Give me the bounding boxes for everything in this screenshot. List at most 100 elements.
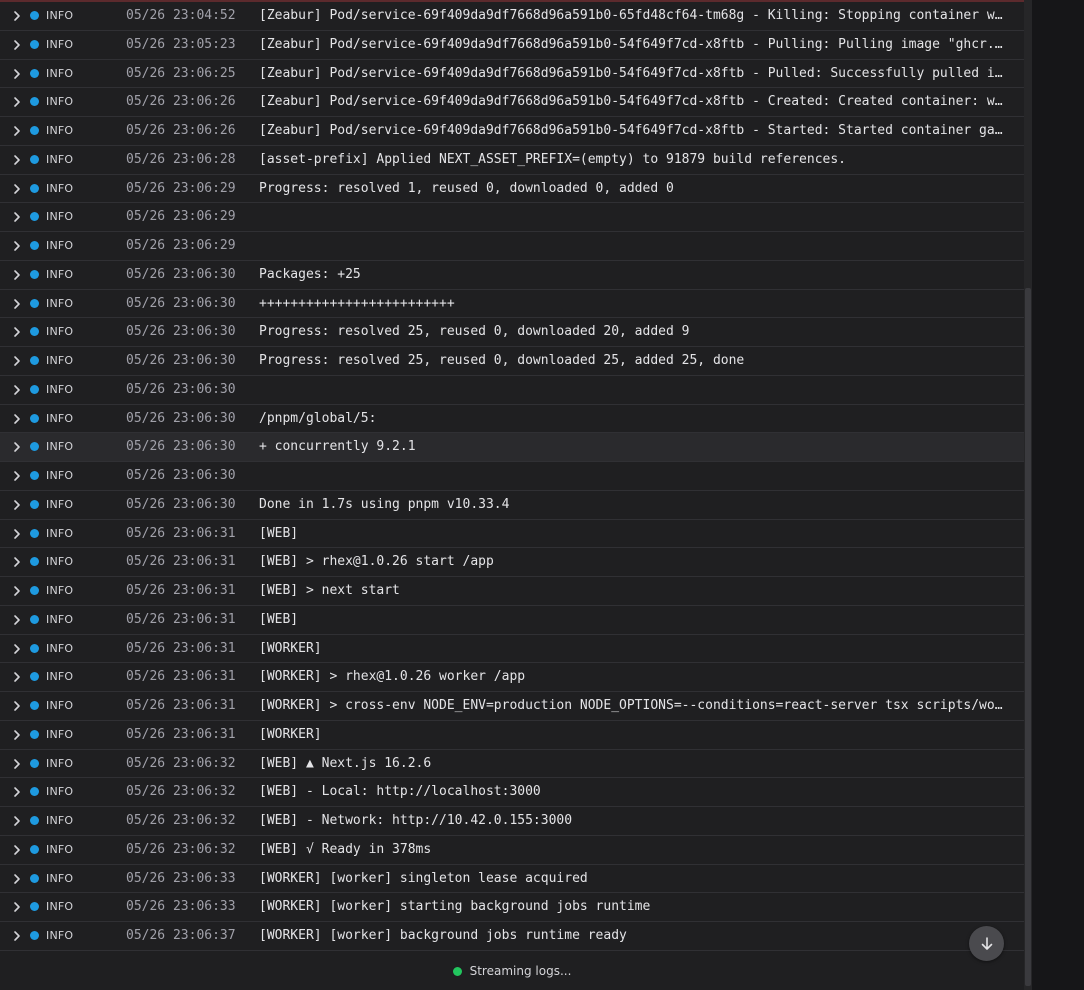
level-indicator-dot xyxy=(30,356,39,365)
chevron-right-icon[interactable] xyxy=(12,585,22,597)
chevron-right-icon[interactable] xyxy=(12,384,22,396)
chevron-right-icon[interactable] xyxy=(12,269,22,281)
chevron-right-icon[interactable] xyxy=(12,643,22,655)
chevron-right-icon[interactable] xyxy=(12,298,22,310)
log-row[interactable]: INFO 05/26 23:06:30 ++++++++++++++++++++++… xyxy=(0,290,1024,319)
log-timestamp: 05/26 23:05:23 xyxy=(126,36,236,52)
log-level: INFO xyxy=(46,785,74,799)
log-row[interactable]: INFO 05/26 23:06:31 [WORKER] > rhex@1.0.26… xyxy=(0,663,1024,692)
log-message: [WORKER] xyxy=(259,726,322,742)
streaming-status: Streaming logs... xyxy=(0,952,1024,990)
chevron-right-icon[interactable] xyxy=(12,556,22,568)
level-indicator-dot xyxy=(30,672,39,682)
log-row[interactable]: INFO 05/26 23:06:31 [WORKER] xyxy=(0,635,1024,664)
chevron-right-icon[interactable] xyxy=(12,844,22,856)
log-message: [WORKER] [worker] singleton lease acquir… xyxy=(259,870,588,886)
log-row[interactable]: INFO 05/26 23:04:52 [Zeabur] Pod/service-6… xyxy=(0,2,1024,31)
chevron-right-icon[interactable] xyxy=(12,326,22,338)
log-row[interactable]: INFO 05/26 23:06:26 [Zeabur] Pod/service-6… xyxy=(0,117,1024,146)
log-message: [WORKER] > rhex@1.0.26 worker /app xyxy=(259,669,526,685)
log-row[interactable]: INFO 05/26 23:06:33 [WORKER] [worker] star… xyxy=(0,893,1024,922)
chevron-right-icon[interactable] xyxy=(12,729,22,741)
chevron-right-icon[interactable] xyxy=(12,700,22,712)
log-row[interactable]: INFO 05/26 23:06:32 [WEB] - Network: http:… xyxy=(0,807,1024,836)
level-indicator-dot xyxy=(30,384,39,394)
chevron-right-icon[interactable] xyxy=(12,930,22,942)
log-row[interactable]: INFO 05/26 23:06:29 Progress: resolved 1, … xyxy=(0,175,1024,204)
chevron-right-icon[interactable] xyxy=(12,441,22,453)
level-indicator-dot xyxy=(30,873,39,883)
log-row[interactable]: INFO 05/26 23:06:31 [WORKER] xyxy=(0,721,1024,750)
chevron-right-icon[interactable] xyxy=(12,39,22,51)
log-row[interactable]: INFO 05/26 23:06:31 [WEB] > rhex@1.0.26 st… xyxy=(0,548,1024,577)
level-indicator-dot xyxy=(30,499,39,509)
log-row[interactable]: INFO 05/26 23:06:31 [WEB] > next start xyxy=(0,577,1024,606)
chevron-right-icon[interactable] xyxy=(12,413,22,425)
log-row[interactable]: INFO 05/26 23:06:30 Packages: +25 xyxy=(0,261,1024,290)
log-level: INFO xyxy=(46,900,74,914)
log-message: /pnpm/global/5: xyxy=(259,410,377,426)
level-indicator-dot xyxy=(30,586,39,595)
log-row[interactable]: INFO 05/26 23:06:25 [Zeabur] Pod/service-6… xyxy=(0,60,1024,89)
scroll-to-bottom-button[interactable] xyxy=(969,926,1004,961)
log-row[interactable]: INFO 05/26 23:06:31 [WEB] xyxy=(0,606,1024,635)
chevron-right-icon[interactable] xyxy=(12,901,22,913)
log-row[interactable]: INFO 05/26 23:06:30 + concurrently 9.2.1 xyxy=(0,433,1024,462)
log-level: INFO xyxy=(46,699,74,712)
chevron-right-icon[interactable] xyxy=(12,614,22,626)
chevron-right-icon[interactable] xyxy=(12,499,22,511)
chevron-right-icon[interactable] xyxy=(12,183,22,195)
log-timestamp: 05/26 23:06:31 xyxy=(126,698,236,713)
log-level: INFO xyxy=(46,670,74,684)
log-row[interactable]: INFO 05/26 23:06:30 xyxy=(0,462,1024,491)
chevron-right-icon[interactable] xyxy=(12,154,22,166)
chevron-right-icon[interactable] xyxy=(12,873,22,885)
log-message: Progress: resolved 1, reused 0, download… xyxy=(259,180,674,196)
log-level: INFO xyxy=(46,239,74,252)
log-message: [WEB] √ Ready in 378ms xyxy=(259,841,432,857)
chevron-right-icon[interactable] xyxy=(12,355,22,367)
log-row[interactable]: INFO 05/26 23:06:29 xyxy=(0,232,1024,261)
chevron-right-icon[interactable] xyxy=(12,470,22,482)
log-row[interactable]: INFO 05/26 23:06:29 xyxy=(0,203,1024,232)
chevron-right-icon[interactable] xyxy=(12,240,22,252)
log-row[interactable]: INFO 05/26 23:06:31 [WEB] xyxy=(0,520,1024,549)
log-level: INFO xyxy=(46,526,74,540)
log-row[interactable]: INFO 05/26 23:06:26 [Zeabur] Pod/service-6… xyxy=(0,88,1024,117)
log-timestamp: 05/26 23:06:26 xyxy=(126,123,236,138)
log-timestamp: 05/26 23:06:31 xyxy=(126,640,236,656)
scrollbar-thumb[interactable] xyxy=(1025,288,1031,986)
log-row[interactable]: INFO 05/26 23:06:30 Done in 1.7s using pnp… xyxy=(0,491,1024,520)
log-row[interactable]: INFO 05/26 23:06:30 xyxy=(0,376,1024,405)
log-message: [WEB] > rhex@1.0.26 start /app xyxy=(259,554,494,570)
chevron-right-icon[interactable] xyxy=(12,528,22,540)
log-list: INFO 05/26 23:04:52 [Zeabur] Pod/service-6… xyxy=(0,2,1024,951)
chevron-right-icon[interactable] xyxy=(12,815,22,827)
log-row[interactable]: INFO 05/26 23:06:33 [WORKER] [worker] sing… xyxy=(0,865,1024,894)
log-level: INFO xyxy=(46,95,74,109)
level-indicator-dot xyxy=(30,154,39,164)
log-row[interactable]: INFO 05/26 23:06:30 Progress: resolved 25,… xyxy=(0,347,1024,376)
log-row[interactable]: INFO 05/26 23:06:30/pnpm/global/5: xyxy=(0,405,1024,434)
log-row[interactable]: INFO 05/26 23:06:28 [asset-prefix] Applied… xyxy=(0,146,1024,175)
log-row[interactable]: INFO 05/26 23:06:32 [WEB] - Local: http://… xyxy=(0,778,1024,807)
chevron-right-icon[interactable] xyxy=(12,786,22,798)
chevron-right-icon[interactable] xyxy=(12,758,22,770)
chevron-right-icon[interactable] xyxy=(12,68,22,80)
log-row[interactable]: INFO 05/26 23:05:23 [Zeabur] Pod/service-6… xyxy=(0,31,1024,60)
log-timestamp: 05/26 23:06:25 xyxy=(126,65,236,81)
log-row[interactable]: INFO 05/26 23:06:32 [WEB] √ Ready in 378ms xyxy=(0,836,1024,865)
log-row[interactable]: INFO 05/26 23:06:31 [WORKER] > cross-env N… xyxy=(0,692,1024,721)
log-row[interactable]: INFO 05/26 23:06:30 Progress: resolved 25,… xyxy=(0,318,1024,347)
log-row[interactable]: INFO 05/26 23:06:32 [WEB] ▲ Next.js 16.2.6 xyxy=(0,750,1024,779)
log-level: INFO xyxy=(46,555,74,569)
chevron-right-icon[interactable] xyxy=(12,125,22,137)
log-level: INFO xyxy=(46,929,74,942)
log-timestamp: 05/26 23:06:33 xyxy=(126,899,236,915)
chevron-right-icon[interactable] xyxy=(12,211,22,223)
level-indicator-dot xyxy=(30,269,39,279)
log-row[interactable]: INFO 05/26 23:06:37 [WORKER] [worker] back… xyxy=(0,922,1024,951)
chevron-right-icon[interactable] xyxy=(12,96,22,108)
chevron-right-icon[interactable] xyxy=(12,671,22,683)
chevron-right-icon[interactable] xyxy=(12,10,22,22)
